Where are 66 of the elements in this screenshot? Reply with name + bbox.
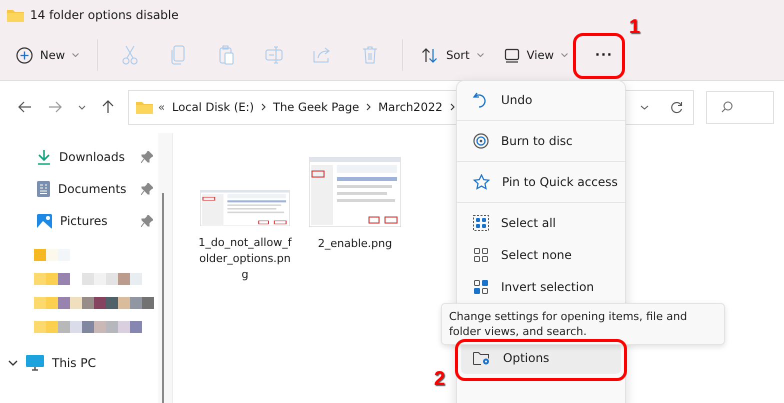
scrollbar-thumb[interactable]: [162, 193, 164, 403]
pin-icon[interactable]: [141, 215, 153, 227]
refresh-icon[interactable]: [670, 100, 683, 114]
file-name[interactable]: 1_do_not_allow_folder_options.png: [197, 235, 293, 283]
blurred-item: [34, 249, 70, 261]
star-icon: [473, 174, 490, 190]
trash-icon: [362, 46, 378, 64]
menu-item[interactable]: Options: [461, 342, 621, 374]
new-button[interactable]: New: [8, 38, 88, 72]
invert-selection-icon: [473, 279, 489, 295]
highlight-frame: [573, 33, 625, 79]
overflow-chevron[interactable]: «: [158, 100, 166, 114]
search-field[interactable]: [706, 90, 774, 124]
folder-icon: [136, 100, 153, 114]
caret-icon: [72, 53, 80, 57]
sidebar-item[interactable]: Pictures: [60, 214, 108, 228]
caret-icon: [476, 53, 484, 57]
copy-icon: [171, 45, 186, 65]
view-button[interactable]: View: [496, 38, 576, 72]
download-icon: [37, 149, 51, 165]
back-icon[interactable]: [18, 101, 32, 113]
window-title: 14 folder options disable: [30, 8, 179, 22]
step-number: 2: [434, 368, 446, 391]
menu-item[interactable]: Invert selection: [461, 271, 621, 303]
dropdown-caret-icon[interactable]: [640, 104, 649, 110]
breadcrumb[interactable]: The Geek Page: [272, 100, 360, 114]
pin-icon[interactable]: [141, 183, 153, 195]
menu-item[interactable]: Burn to disc: [461, 125, 621, 157]
menu-item[interactable]: Select all: [461, 207, 621, 239]
disc-icon: [473, 133, 489, 149]
more-button[interactable]: ···: [584, 38, 624, 72]
scissors-icon: [122, 45, 138, 65]
plus-circle-icon: [16, 46, 33, 64]
select-all-icon: [473, 215, 489, 231]
breadcrumb[interactable]: March2022: [378, 100, 443, 114]
menu-item[interactable]: Select none: [461, 239, 621, 271]
sort-icon: [421, 46, 440, 64]
grid-icon: [473, 247, 489, 263]
document-icon: [37, 181, 50, 197]
rename-icon: [265, 46, 284, 64]
pin-icon[interactable]: [141, 151, 153, 163]
chevron-right-icon: [260, 103, 266, 111]
tooltip: Change settings for opening items, file and folder views, and search.: [441, 303, 725, 345]
folder-icon: [7, 8, 24, 22]
clipboard-icon: [218, 45, 234, 65]
monitor-icon: [26, 355, 44, 371]
monitor-icon: [504, 48, 520, 62]
expand-caret-icon[interactable]: [8, 360, 18, 366]
forward-icon[interactable]: [48, 101, 62, 113]
sidebar-item[interactable]: This PC: [52, 356, 96, 370]
file-name[interactable]: 2_enable.png: [307, 236, 403, 252]
recent-caret-icon[interactable]: [78, 104, 86, 110]
sidebar-item[interactable]: Downloads: [59, 150, 125, 164]
chevron-right-icon: [450, 103, 455, 111]
menu-item[interactable]: Pin to Quick access: [461, 166, 621, 198]
share-icon: [313, 46, 332, 64]
caret-icon: [560, 53, 568, 57]
breadcrumb[interactable]: Local Disk (E:): [172, 100, 254, 114]
image-icon: [37, 214, 52, 228]
search-icon: [721, 101, 733, 113]
folder-gear-icon: [473, 350, 491, 366]
up-icon[interactable]: [102, 100, 114, 114]
sidebar-item[interactable]: Documents: [58, 182, 126, 196]
chevron-right-icon: [366, 103, 372, 111]
sort-button[interactable]: Sort: [413, 38, 492, 72]
step-number: 1: [629, 16, 640, 39]
